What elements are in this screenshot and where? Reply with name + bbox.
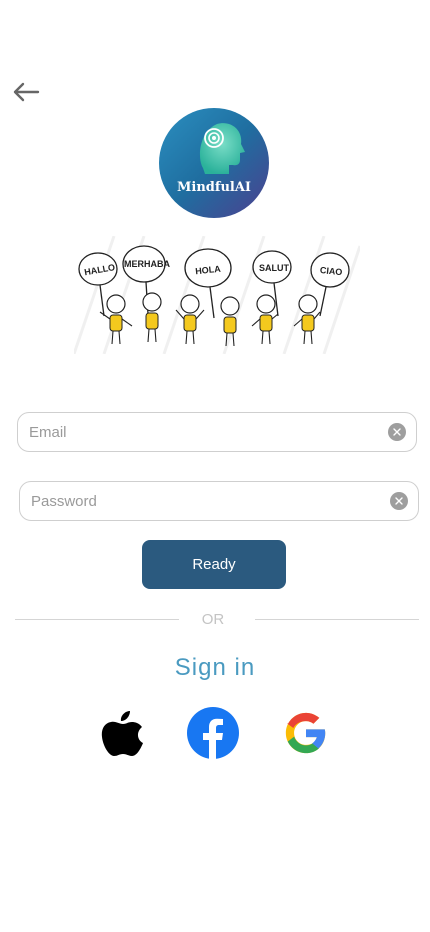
sign-merhaba: MERHABA (124, 259, 170, 269)
brain-head-icon (159, 108, 269, 218)
back-button[interactable] (10, 77, 42, 107)
apple-icon (101, 711, 143, 756)
google-icon (285, 712, 326, 754)
divider-left (15, 619, 179, 620)
facebook-signin-button[interactable] (184, 706, 242, 760)
divider-right (255, 619, 419, 620)
ready-button[interactable]: Ready (142, 540, 286, 589)
close-icon (395, 497, 403, 505)
apple-signin-button[interactable] (98, 706, 148, 760)
divider-label: OR (201, 611, 225, 628)
password-field[interactable] (19, 481, 419, 521)
sign-salut: SALUT (259, 263, 289, 273)
google-signin-button[interactable] (284, 710, 328, 756)
email-field[interactable] (17, 412, 417, 452)
greeting-illustration: HALLO MERHABA HOLA SALUT CIAO (72, 235, 362, 355)
facebook-icon (187, 707, 239, 759)
close-icon (393, 428, 401, 436)
email-input[interactable] (18, 413, 388, 451)
signin-title: Sign in (174, 654, 256, 681)
arrow-left-icon (13, 82, 40, 102)
logo-text: MindfulAI (176, 180, 252, 195)
password-input[interactable] (20, 482, 390, 520)
clear-email-button[interactable] (388, 423, 406, 441)
app-logo: MindfulAI (159, 108, 269, 218)
clear-password-button[interactable] (390, 492, 408, 510)
